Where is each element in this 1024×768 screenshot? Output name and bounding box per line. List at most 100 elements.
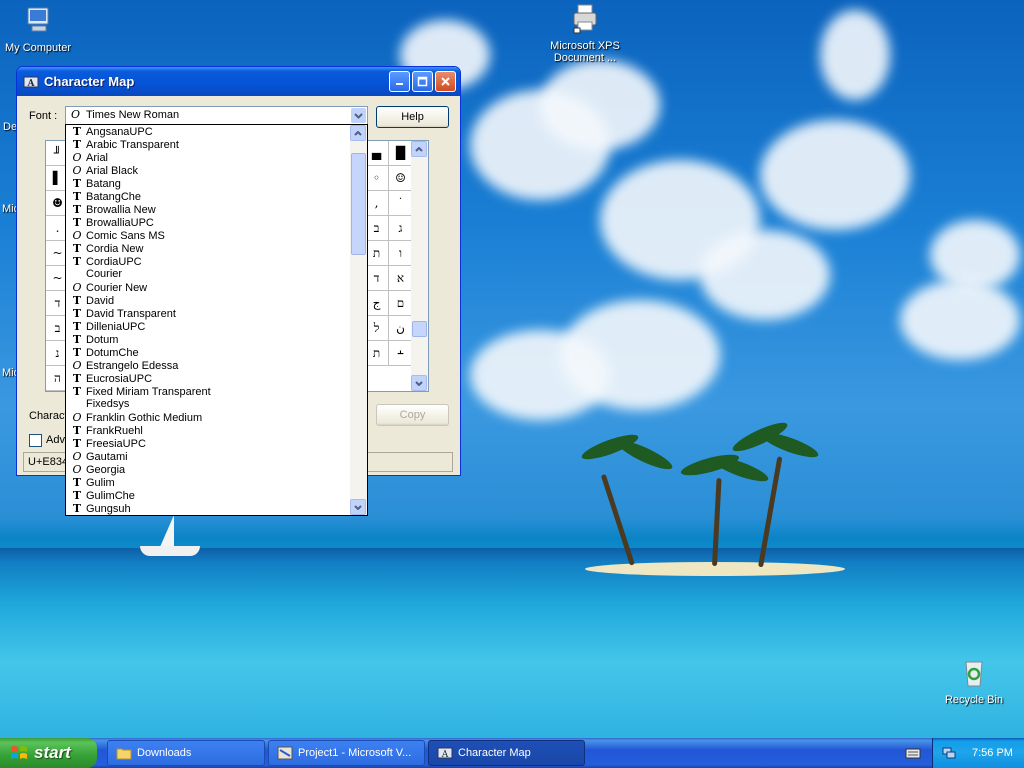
truetype-font-icon: T	[72, 125, 82, 138]
scroll-thumb[interactable]	[412, 321, 427, 337]
font-list-item[interactable]: T David Transparent	[66, 307, 350, 320]
start-button[interactable]: start	[0, 738, 97, 768]
font-list-item[interactable]: Fixedsys	[66, 398, 350, 411]
keyboard-icon[interactable]	[905, 746, 921, 760]
scroll-down-button[interactable]	[350, 499, 366, 515]
copy-button[interactable]: Copy	[376, 404, 449, 426]
taskbar-button-project1[interactable]: Project1 - Microsoft V...	[268, 740, 425, 766]
font-list-item[interactable]: T CordiaUPC	[66, 255, 350, 268]
font-list-item[interactable]: T Gulim	[66, 476, 350, 489]
font-list-item[interactable]: T Fixed Miriam Transparent	[66, 385, 350, 398]
font-list-item[interactable]: T EucrosiaUPC	[66, 372, 350, 385]
help-button[interactable]: Help	[376, 106, 449, 128]
character-cell[interactable]: ב	[365, 216, 389, 241]
character-cell[interactable]: ▄	[365, 141, 389, 166]
character-cell[interactable]: ﬡ	[389, 266, 413, 291]
character-cell[interactable]: ת	[365, 241, 389, 266]
maximize-button[interactable]	[412, 71, 433, 92]
font-list-item[interactable]: T BatangChe	[66, 190, 350, 203]
font-list-item[interactable]: T David	[66, 294, 350, 307]
desktop-icon-label: Microsoft XPS Document ...	[550, 40, 620, 64]
character-cell[interactable]: ☺	[389, 166, 413, 191]
font-list-item[interactable]: O Arial	[66, 151, 350, 164]
network-icon[interactable]	[942, 746, 956, 760]
font-list-item[interactable]: O Georgia	[66, 463, 350, 476]
taskbar-button-character-map[interactable]: A Character Map	[428, 740, 585, 766]
clock[interactable]: 7:56 PM	[972, 747, 1013, 759]
font-list-item[interactable]: T Arabic Transparent	[66, 138, 350, 151]
font-combobox-arrow[interactable]	[351, 108, 366, 123]
scroll-thumb[interactable]	[351, 153, 366, 255]
font-list-item[interactable]: T FrankRuehl	[66, 424, 350, 437]
character-cell[interactable]: ,	[365, 191, 389, 216]
opentype-font-icon: O	[72, 463, 82, 476]
font-list-item[interactable]: T Browallia New	[66, 203, 350, 216]
computer-icon	[27, 7, 49, 32]
minimize-button[interactable]	[389, 71, 410, 92]
font-list-item-label: BrowalliaUPC	[86, 217, 154, 229]
truetype-font-icon: T	[72, 177, 82, 190]
character-cell[interactable]: ج	[365, 291, 389, 316]
truetype-font-icon: T	[72, 333, 82, 346]
chevron-down-icon	[415, 380, 423, 386]
font-list-item[interactable]: T AngsanaUPC	[66, 125, 350, 138]
font-combobox[interactable]: O Times New Roman	[65, 106, 368, 125]
desktop-icon-my-computer[interactable]: My Computer	[0, 4, 78, 54]
character-cell[interactable]: ﬦ	[389, 291, 413, 316]
character-cell[interactable]: █	[389, 141, 413, 166]
desktop-icon-label: Recycle Bin	[944, 694, 1004, 706]
font-list-item[interactable]: T DotumChe	[66, 346, 350, 359]
font-list-item[interactable]: T DilleniaUPC	[66, 320, 350, 333]
scroll-down-button[interactable]	[411, 375, 427, 391]
truetype-font-icon: T	[72, 476, 82, 489]
taskbar-button-label: Downloads	[137, 747, 192, 759]
font-list-item[interactable]: T Dotum	[66, 333, 350, 346]
font-list-item-label: Fixedsys	[86, 398, 130, 410]
font-list-item[interactable]: T BrowalliaUPC	[66, 216, 350, 229]
character-cell[interactable]: ن	[389, 316, 413, 341]
font-list-item[interactable]: O Courier New	[66, 281, 350, 294]
font-list-item-label: Gungsuh	[86, 503, 131, 515]
font-list-item[interactable]: T Batang	[66, 177, 350, 190]
desktop-icon-xps-document[interactable]: Microsoft XPS Document ...	[545, 2, 625, 64]
font-list-item[interactable]: T Cordia New	[66, 242, 350, 255]
font-list-item[interactable]: O Comic Sans MS	[66, 229, 350, 242]
font-list-item[interactable]: O Gautami	[66, 450, 350, 463]
desktop-icon-recycle-bin[interactable]: Recycle Bin	[934, 656, 1014, 706]
scroll-up-button[interactable]	[350, 125, 366, 141]
character-cell[interactable]: ג	[389, 216, 413, 241]
character-cell[interactable]: ◦	[365, 166, 389, 191]
start-label: start	[34, 743, 71, 762]
advanced-view-checkbox[interactable]	[29, 434, 42, 447]
font-list-scrollbar[interactable]	[350, 125, 367, 515]
truetype-font-icon: T	[72, 502, 82, 515]
character-cell[interactable]: ﬢ	[365, 266, 389, 291]
font-list-item[interactable]: O Franklin Gothic Medium	[66, 411, 350, 424]
character-cell[interactable]: ˙	[389, 191, 413, 216]
font-list-item[interactable]: Courier	[66, 268, 350, 281]
font-list-item[interactable]: T GulimChe	[66, 489, 350, 502]
truetype-font-icon: T	[72, 489, 82, 502]
font-label: Font :	[29, 110, 58, 122]
taskbar-button-downloads[interactable]: Downloads	[107, 740, 265, 766]
font-list-item[interactable]: T FreesiaUPC	[66, 437, 350, 450]
scroll-up-button[interactable]	[411, 141, 427, 157]
close-button[interactable]	[435, 71, 456, 92]
character-cell[interactable]: ﬥ	[365, 316, 389, 341]
font-list-item-label: Estrangelo Edessa	[86, 360, 179, 372]
font-list-item[interactable]: O Estrangelo Edessa	[66, 359, 350, 372]
font-list-item[interactable]: T Gungsuh	[66, 502, 350, 515]
font-list-item[interactable]: O Arial Black	[66, 164, 350, 177]
truetype-font-icon: T	[72, 346, 82, 359]
font-list-item-label: FrankRuehl	[86, 425, 143, 437]
font-list-item-label: DilleniaUPC	[86, 321, 146, 333]
font-dropdown-list[interactable]: T AngsanaUPC T Arabic Transparent O Arial O Ari…	[65, 124, 368, 516]
character-cell[interactable]: ﬨ	[365, 341, 389, 366]
character-cell[interactable]: ו	[389, 241, 413, 266]
truetype-font-icon: T	[72, 190, 82, 203]
title-bar[interactable]: A Character Map	[17, 67, 460, 96]
character-cell[interactable]: ﬩	[389, 341, 413, 366]
font-list-item-label: FreesiaUPC	[86, 438, 146, 450]
font-list-item-label: Comic Sans MS	[86, 230, 165, 242]
character-grid-scrollbar[interactable]	[411, 141, 428, 391]
